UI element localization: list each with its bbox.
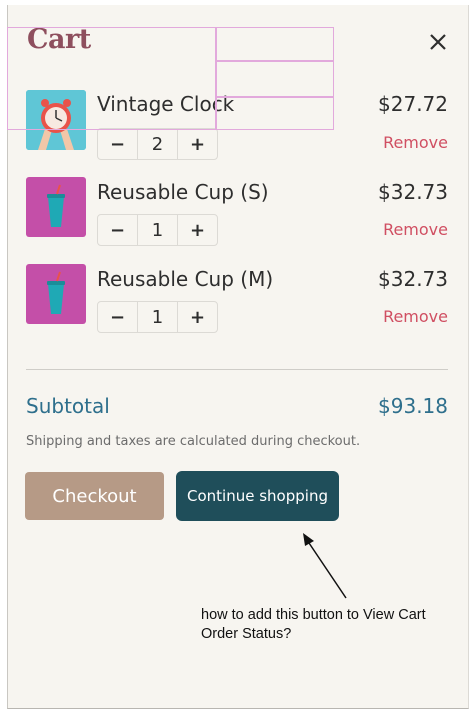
clock-image xyxy=(26,90,86,150)
cart-title: Cart xyxy=(27,24,91,55)
item-price: $32.73 xyxy=(378,267,448,291)
annotation-text: how to add this button to View Cart Orde… xyxy=(201,606,471,644)
item-name[interactable]: Vintage Clock xyxy=(97,92,234,116)
quantity-value[interactable]: 1 xyxy=(137,215,178,245)
subtotal-label: Subtotal xyxy=(26,394,110,418)
quantity-stepper: − 1 + xyxy=(97,301,218,333)
close-icon[interactable] xyxy=(426,30,450,54)
quantity-stepper: − 2 + xyxy=(97,128,218,160)
decrement-button[interactable]: − xyxy=(98,129,137,159)
annotation-line: Order Status? xyxy=(201,626,292,642)
quantity-value[interactable]: 1 xyxy=(137,302,178,332)
quantity-stepper: − 1 + xyxy=(97,214,218,246)
shipping-note: Shipping and taxes are calculated during… xyxy=(26,434,361,449)
decrement-button[interactable]: − xyxy=(98,302,137,332)
continue-shopping-button[interactable]: Continue shopping xyxy=(176,471,339,521)
increment-button[interactable]: + xyxy=(178,302,217,332)
item-name[interactable]: Reusable Cup (S) xyxy=(97,180,269,204)
cup-image xyxy=(26,177,86,237)
cup-image xyxy=(26,264,86,324)
remove-link[interactable]: Remove xyxy=(383,133,448,152)
quantity-value[interactable]: 2 xyxy=(137,129,178,159)
divider xyxy=(26,369,448,370)
item-price: $32.73 xyxy=(378,180,448,204)
decrement-button[interactable]: − xyxy=(98,215,137,245)
item-name[interactable]: Reusable Cup (M) xyxy=(97,267,273,291)
increment-button[interactable]: + xyxy=(178,215,217,245)
subtotal-value: $93.18 xyxy=(378,394,448,418)
item-price: $27.72 xyxy=(378,92,448,116)
checkout-button[interactable]: Checkout xyxy=(25,472,164,520)
increment-button[interactable]: + xyxy=(178,129,217,159)
remove-link[interactable]: Remove xyxy=(383,307,448,326)
remove-link[interactable]: Remove xyxy=(383,220,448,239)
annotation-line: how to add this button to View Cart xyxy=(201,607,426,623)
